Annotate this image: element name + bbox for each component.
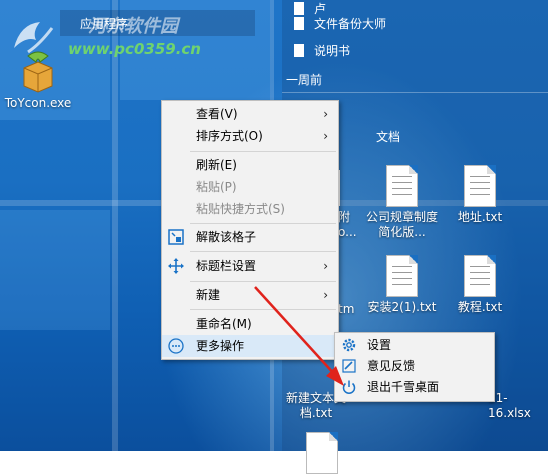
annotation-arrow xyxy=(254,286,344,386)
